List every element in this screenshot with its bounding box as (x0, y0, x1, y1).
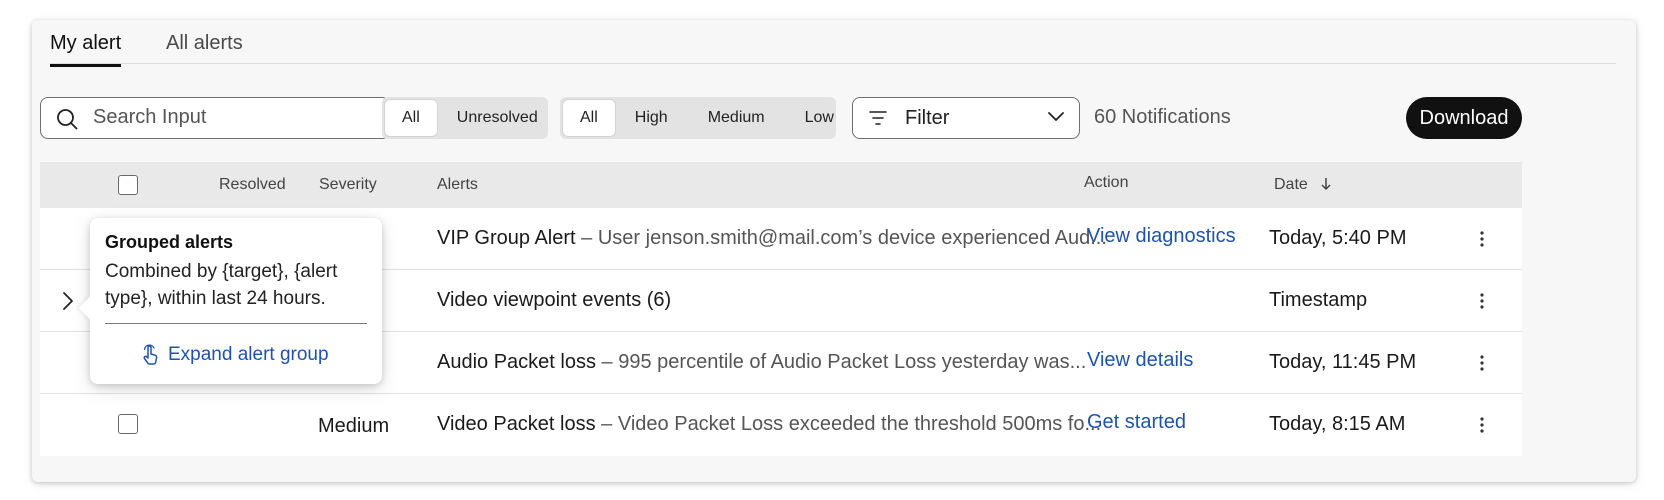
status-segmented-control: All Unresolved (382, 97, 548, 139)
status-unresolved-button[interactable]: Unresolved (437, 100, 558, 136)
severity-segmented-control: All High Medium Low (560, 97, 836, 139)
severity-medium-button[interactable]: Medium (688, 100, 785, 136)
alert-date: Today, 5:40 PM (1269, 227, 1407, 249)
view-diagnostics-link[interactable]: View diagnostics (1087, 225, 1236, 248)
grouped-alerts-tooltip: Grouped alerts Combined by {target}, {al… (78, 218, 382, 384)
tab-all-alerts[interactable]: All alerts (166, 32, 243, 65)
search-input[interactable] (93, 98, 373, 137)
alert-text: Video Packet loss – Video Packet Loss ex… (437, 413, 1101, 436)
alert-separator: – (595, 351, 619, 373)
alert-text: Audio Packet loss – 995 percentile of Au… (437, 351, 1086, 374)
tooltip-body: Combined by {target}, {alert type}, with… (105, 261, 338, 309)
header-action: Action (1084, 174, 1129, 191)
more-options-icon[interactable] (1472, 415, 1492, 435)
alert-group-title: Video viewpoint events (6) (437, 289, 672, 311)
alert-separator: – (595, 413, 618, 435)
header-date-label: Date (1274, 176, 1308, 193)
status-all-button[interactable]: All (385, 100, 437, 136)
tap-gesture-icon (143, 344, 158, 365)
select-all-checkbox[interactable] (118, 175, 138, 195)
table-row[interactable]: Medium Video Packet loss – Video Packet … (40, 394, 1522, 456)
alert-date: Today, 11:45 PM (1269, 351, 1417, 373)
alert-separator: – (575, 227, 598, 249)
alert-text: VIP Group Alert – User jenson.smith@mail… (437, 227, 1107, 250)
severity-value: Medium (318, 415, 390, 437)
notification-count: 60 Notifications (1094, 106, 1231, 128)
alert-detail: 995 percentile of Audio Packet Loss yest… (618, 351, 1087, 373)
download-button[interactable]: Download (1406, 97, 1522, 139)
header-severity[interactable]: Severity (319, 176, 377, 194)
alert-detail: Video Packet Loss exceeded the threshold… (617, 413, 1102, 435)
chevron-right-icon[interactable] (58, 290, 78, 312)
more-options-icon[interactable] (1472, 229, 1492, 249)
filter-lines-icon (869, 111, 887, 125)
row-checkbox[interactable] (118, 414, 138, 434)
filter-label: Filter (905, 107, 950, 129)
filter-dropdown[interactable]: Filter (852, 97, 1080, 139)
header-resolved[interactable]: Resolved (219, 176, 286, 194)
alert-title: Video Packet loss (437, 413, 596, 435)
search-box[interactable] (40, 97, 390, 139)
get-started-link[interactable]: Get started (1087, 411, 1186, 434)
chevron-down-icon (1048, 112, 1064, 121)
view-details-link[interactable]: View details (1087, 349, 1193, 372)
expand-alert-group-link[interactable]: Expand alert group (140, 344, 329, 366)
tooltip-title: Grouped alerts (105, 232, 234, 252)
alert-detail: User jenson.smith@mail.com’s device expe… (597, 227, 1107, 249)
tab-bar: My alert All alerts (50, 20, 1616, 67)
more-options-icon[interactable] (1472, 291, 1492, 311)
severity-high-button[interactable]: High (615, 100, 688, 136)
header-alerts[interactable]: Alerts (437, 176, 478, 194)
sort-arrow-down-icon (1321, 178, 1331, 191)
alert-title: Audio Packet loss (437, 351, 596, 373)
tooltip-divider (105, 323, 367, 324)
alert-title: VIP Group Alert (437, 227, 576, 249)
table-header: Resolved Severity Alerts Action Date (40, 162, 1522, 208)
search-icon (57, 109, 78, 130)
more-options-icon[interactable] (1472, 353, 1492, 373)
severity-low-button[interactable]: Low (785, 100, 854, 136)
tab-my-alert[interactable]: My alert (50, 32, 122, 67)
header-date[interactable]: Date (1274, 176, 1332, 194)
severity-all-button[interactable]: All (563, 100, 615, 136)
alert-date: Today, 8:15 AM (1269, 413, 1406, 435)
expand-alert-group-label: Expand alert group (168, 344, 329, 365)
alert-date: Timestamp (1269, 289, 1368, 311)
